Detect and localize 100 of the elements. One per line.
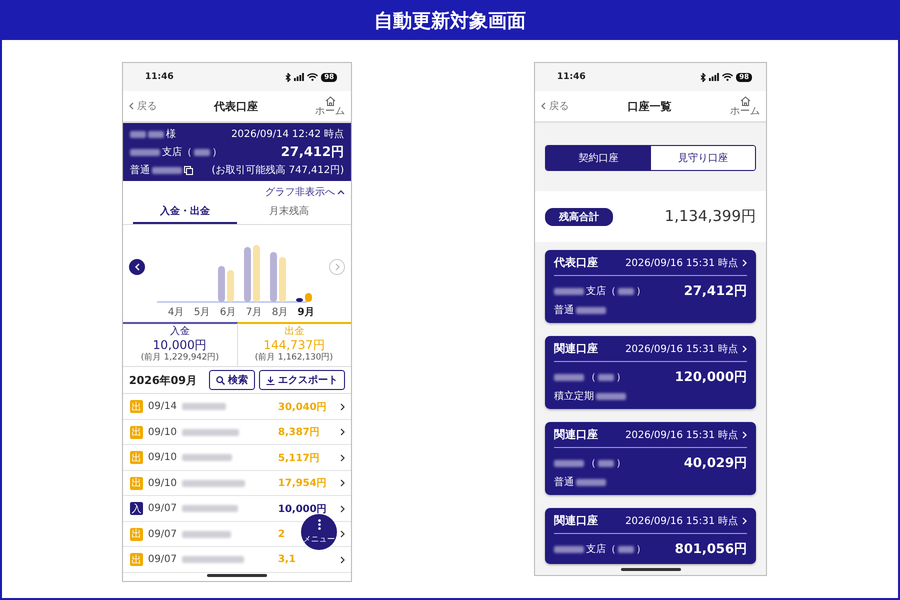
blurred-text xyxy=(194,148,210,156)
bluetooth-icon xyxy=(700,72,706,82)
account-type: 普通 xyxy=(130,164,150,177)
status-time: 11:46 xyxy=(145,72,174,82)
search-icon xyxy=(216,376,225,385)
blurred-text xyxy=(182,454,232,462)
status-time: 11:46 xyxy=(557,72,586,82)
month-label: 6月 xyxy=(218,306,238,319)
transaction-date: 09/07 xyxy=(148,528,178,540)
blurred-text xyxy=(598,374,614,380)
segment-tab[interactable]: 契約口座 xyxy=(546,146,650,170)
tab[interactable]: 月末残高 xyxy=(237,200,341,224)
tab[interactable]: 入金・出金 xyxy=(133,200,237,224)
branch-text: 支店（ xyxy=(586,542,616,556)
wifi-icon xyxy=(307,73,318,81)
wifi-icon xyxy=(722,73,734,81)
blurred-text xyxy=(182,530,231,538)
transaction-amount: 30,040円 xyxy=(278,402,327,413)
blurred-text xyxy=(618,546,634,552)
transaction-type-badge: 出 xyxy=(130,553,143,566)
month-label: 7月 xyxy=(244,306,264,319)
home-icon xyxy=(740,96,750,106)
timestamp: 2026/09/16 15:31 時点 xyxy=(625,428,738,442)
hide-graph-link[interactable]: グラフ非表示へ xyxy=(265,185,345,199)
chevron-right-icon xyxy=(742,258,747,266)
month-label: 8月 xyxy=(270,306,290,319)
transaction-row[interactable]: 出 09/10 5,117円 xyxy=(123,445,351,471)
transaction-amount: 10,000円 xyxy=(278,504,327,515)
transaction-amount: 2 xyxy=(278,528,285,540)
branch-text: ） xyxy=(636,543,646,556)
account-card[interactable]: 代表口座 2026/09/16 15:31 時点 支店（ ） 27,412円 普通 xyxy=(545,250,756,323)
blurred-text xyxy=(618,288,634,294)
blurred-text xyxy=(554,374,584,380)
screen-title: 代表口座 xyxy=(214,98,258,114)
blurred-text xyxy=(182,480,245,487)
account-title: 代表口座 xyxy=(554,255,598,270)
transaction-amount: 8,387円 xyxy=(278,427,320,438)
account-type: 普通 xyxy=(554,476,574,489)
blurred-text xyxy=(596,392,626,400)
blurred-text xyxy=(182,428,239,436)
balance-amount: 27,412円 xyxy=(684,283,747,300)
month-label: 9月 xyxy=(296,306,316,319)
chevron-right-icon xyxy=(340,530,345,538)
transaction-row[interactable]: 出 09/10 17,954円 xyxy=(123,470,351,496)
summary-amount: 10,000円 xyxy=(152,338,207,352)
transaction-row[interactable]: 出 09/14 30,040円 xyxy=(123,394,351,420)
balance-amount: 120,000円 xyxy=(674,369,747,386)
blurred-text xyxy=(182,403,226,410)
screen-title: 口座一覧 xyxy=(628,98,672,114)
branch-text: ） xyxy=(212,146,222,159)
chevron-right-icon xyxy=(340,428,345,436)
signal-icon xyxy=(709,73,720,81)
transaction-row[interactable]: 出 09/10 8,387円 xyxy=(123,420,351,446)
back-link[interactable]: 戻る xyxy=(129,99,157,113)
segment-tab[interactable]: 見守り口座 xyxy=(650,146,755,170)
transaction-date: 09/10 xyxy=(148,426,178,438)
chevron-right-icon xyxy=(334,263,340,271)
branch-text: （ xyxy=(586,371,596,384)
account-card[interactable]: 関連口座 2026/09/16 15:31 時点 （ ） 40,029円 普通 xyxy=(545,422,756,495)
summary-amount: 144,737円 xyxy=(263,338,326,352)
transaction-date: 09/07 xyxy=(148,554,178,566)
branch-text: 支店（ xyxy=(162,146,192,159)
bluetooth-icon xyxy=(285,72,292,82)
chevron-right-icon xyxy=(340,479,345,488)
dots-icon xyxy=(318,518,320,530)
summary-label: 入金 xyxy=(170,326,190,338)
previous-button[interactable] xyxy=(129,259,145,275)
account-card[interactable]: 関連口座 2026/09/16 15:31 時点 支店（ ） 801,056円 xyxy=(545,508,756,564)
balance-amount: 801,056円 xyxy=(674,541,747,558)
download-icon xyxy=(266,376,275,385)
blurred-text xyxy=(148,130,164,138)
signal-icon xyxy=(294,73,304,81)
blurred-text xyxy=(130,148,160,156)
previous-month-amount: (前月 1,229,942円) xyxy=(140,353,219,364)
branch-text: ） xyxy=(616,457,626,470)
transaction-row[interactable]: 出 09/07 3,1 xyxy=(123,547,351,573)
blurred-text xyxy=(182,505,238,512)
month-label: 4月 xyxy=(166,306,186,319)
transaction-date: 09/14 xyxy=(148,401,178,412)
blurred-text xyxy=(182,556,244,564)
chevron-left-icon xyxy=(134,263,140,271)
export-button[interactable]: エクスポート xyxy=(259,370,345,390)
home-button[interactable]: ホーム xyxy=(315,96,345,116)
back-link[interactable]: 戻る xyxy=(541,99,569,113)
transaction-date: 09/10 xyxy=(148,452,178,464)
home-button[interactable]: ホーム xyxy=(730,96,760,116)
search-button[interactable]: 検索 xyxy=(209,370,255,390)
timestamp: 2026/09/16 15:31 時点 xyxy=(625,256,738,270)
copy-icon[interactable] xyxy=(184,166,193,174)
transaction-type-badge: 出 xyxy=(130,528,143,541)
branch-text: 支店（ xyxy=(586,284,616,298)
menu-button[interactable]: メニュー xyxy=(301,514,337,550)
transaction-type-badge: 出 xyxy=(130,451,143,464)
chevron-up-icon xyxy=(337,189,345,195)
chevron-right-icon xyxy=(742,430,747,438)
transaction-date: 09/10 xyxy=(148,478,178,489)
blurred-text xyxy=(130,130,146,138)
account-card[interactable]: 関連口座 2026/09/16 15:31 時点 （ ） 120,000円 積立定期 xyxy=(545,336,756,409)
month-heading: 2026年09月 xyxy=(129,372,197,388)
account-title: 関連口座 xyxy=(554,513,598,528)
